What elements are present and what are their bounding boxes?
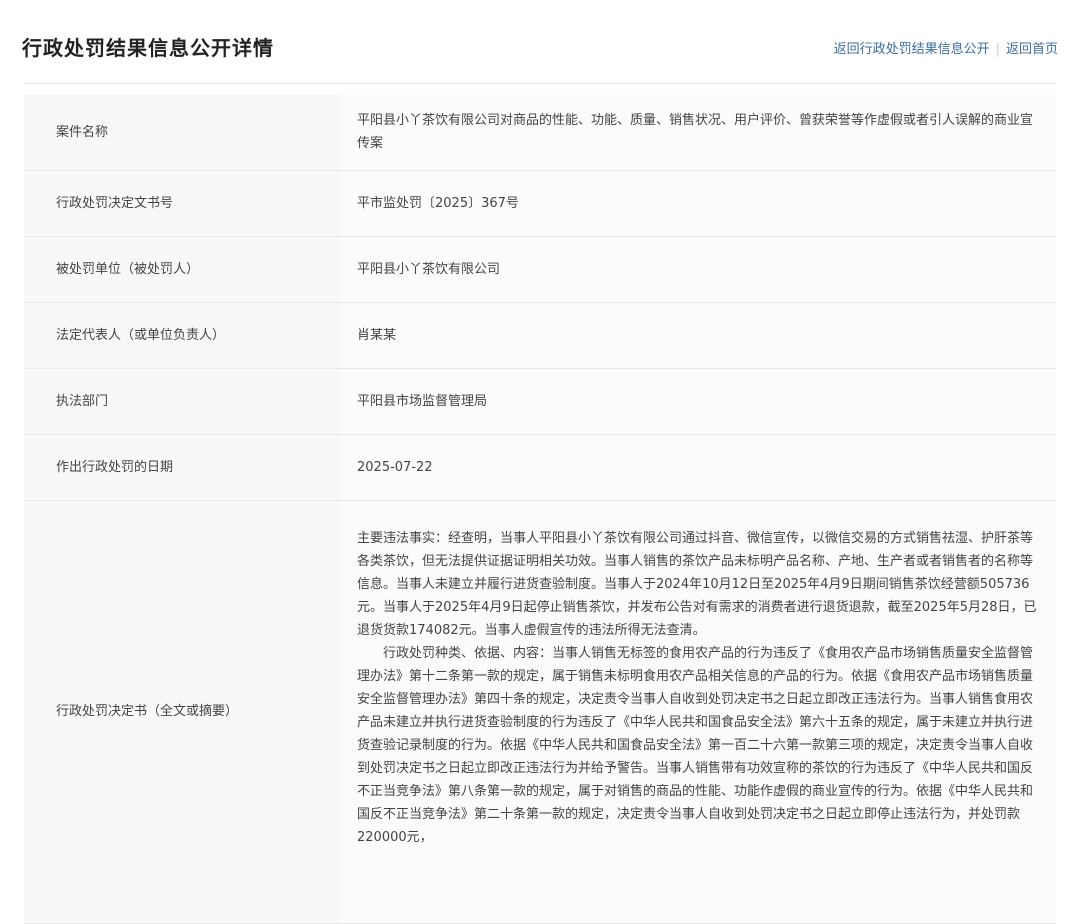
table-row-case-name: 案件名称 平阳县小丫茶饮有限公司对商品的性能、功能、质量、销售状况、用户评价、曾…	[24, 95, 1056, 171]
table-row-enforcement-dept: 执法部门 平阳县市场监督管理局	[24, 368, 1056, 435]
table-row-document-number: 行政处罚决定文书号 平市监处罚〔2025〕367号	[24, 170, 1056, 237]
decision-paragraph-facts: 主要违法事实：经查明，当事人平阳县小丫茶饮有限公司通过抖音、微信宣传，以微信交易…	[357, 530, 1037, 638]
table-row-decision-text: 行政处罚决定书（全文或摘要） 主要违法事实：经查明，当事人平阳县小丫茶饮有限公司…	[24, 500, 1056, 924]
page-title: 行政处罚结果信息公开详情	[22, 36, 274, 60]
row-value: 平阳县市场监督管理局	[339, 368, 1056, 435]
row-value: 肖某某	[339, 302, 1056, 369]
detail-table: 案件名称 平阳县小丫茶饮有限公司对商品的性能、功能、质量、销售状况、用户评价、曾…	[24, 95, 1056, 924]
row-label: 被处罚单位（被处罚人）	[24, 236, 339, 303]
row-label: 法定代表人（或单位负责人）	[24, 302, 339, 369]
row-label: 案件名称	[24, 95, 339, 171]
table-row-decision-date: 作出行政处罚的日期 2025-07-22	[24, 434, 1056, 501]
row-value: 平阳县小丫茶饮有限公司对商品的性能、功能、质量、销售状况、用户评价、曾获荣誉等作…	[339, 95, 1056, 171]
link-separator: |	[995, 42, 1000, 57]
row-label: 行政处罚决定文书号	[24, 170, 339, 237]
row-value: 平阳县小丫茶饮有限公司	[339, 236, 1056, 303]
row-label: 作出行政处罚的日期	[24, 434, 339, 501]
header-links: 返回行政处罚结果信息公开 | 返回首页	[834, 38, 1058, 57]
header-divider	[24, 83, 1056, 84]
table-row-penalized-party: 被处罚单位（被处罚人） 平阳县小丫茶饮有限公司	[24, 236, 1056, 303]
table-row-legal-representative: 法定代表人（或单位负责人） 肖某某	[24, 302, 1056, 369]
back-to-home-link[interactable]: 返回首页	[1006, 42, 1058, 57]
back-to-list-link[interactable]: 返回行政处罚结果信息公开	[834, 42, 990, 57]
row-value: 主要违法事实：经查明，当事人平阳县小丫茶饮有限公司通过抖音、微信宣传，以微信交易…	[339, 500, 1056, 924]
row-value: 2025-07-22	[339, 434, 1056, 501]
decision-paragraph-penalty: 行政处罚种类、依据、内容：当事人销售无标签的食用农产品的行为违反了《食用农产品市…	[357, 645, 1034, 845]
row-label: 执法部门	[24, 368, 339, 435]
row-value: 平市监处罚〔2025〕367号	[339, 170, 1056, 237]
page-header: 行政处罚结果信息公开详情 返回行政处罚结果信息公开 | 返回首页	[0, 0, 1080, 95]
row-label: 行政处罚决定书（全文或摘要）	[24, 500, 339, 924]
